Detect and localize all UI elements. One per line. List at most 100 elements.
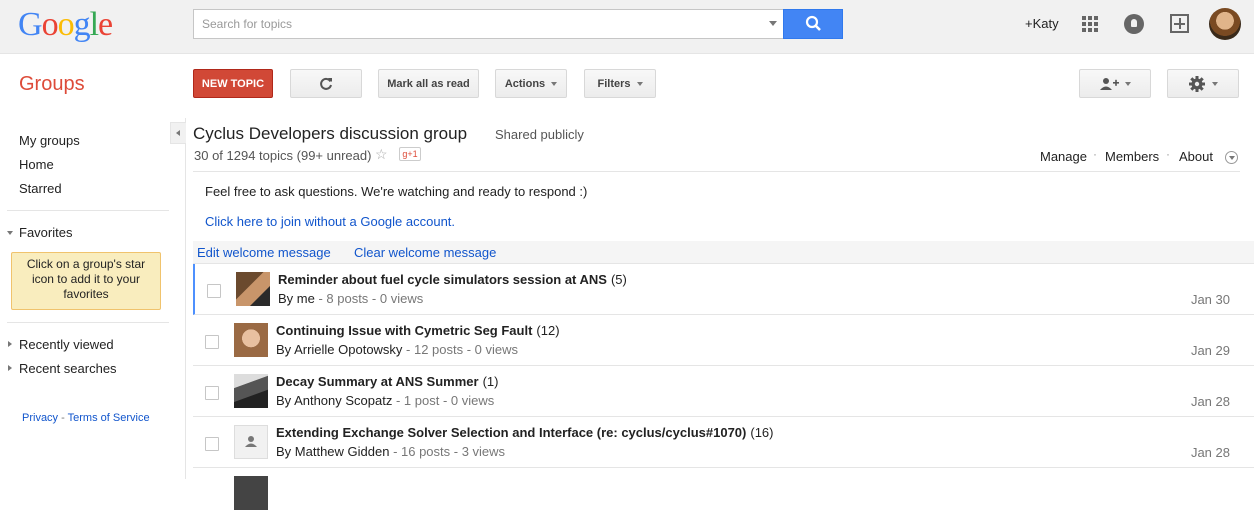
google-logo[interactable]: Google [18,6,113,44]
topic-post-count: (16) [750,425,774,440]
visibility-label: Shared publicly [495,127,584,142]
footer-links: Privacy - Terms of Service [22,412,150,424]
expand-right-icon[interactable] [8,341,12,347]
topic-meta: By me - 8 posts - 0 views [278,291,423,306]
actions-dropdown[interactable]: Actions [495,69,567,98]
edit-welcome-link[interactable]: Edit welcome message [197,245,331,260]
gplus-button[interactable]: g+1 [399,147,421,161]
author-avatar [234,374,268,408]
chevron-down-icon [551,81,558,86]
collapse-sidebar-icon[interactable] [170,122,186,144]
topic-date: Jan 28 [1190,394,1230,409]
topic-count: 30 of 1294 topics (99+ unread) [194,148,372,163]
privacy-link[interactable]: Privacy [22,412,58,424]
members-link[interactable]: Members [1105,149,1159,164]
logo-letter: o [57,6,75,43]
topic-checkbox[interactable] [205,386,219,400]
gear-icon [1189,75,1205,92]
new-topic-button[interactable]: NEW TOPIC [193,69,273,98]
topic-meta: By Matthew Gidden - 16 posts - 3 views [276,444,505,459]
terms-link[interactable]: Terms of Service [68,412,150,424]
apps-grid-icon[interactable] [1082,16,1098,32]
topic-title[interactable]: Extending Exchange Solver Selection and … [276,425,773,440]
expand-right-icon[interactable] [8,365,12,371]
topic-meta: By Anthony Scopatz - 1 post - 0 views [276,393,494,408]
topic-stats: - 12 posts - 0 views [402,342,519,357]
sidebar-divider [7,210,169,211]
star-icon[interactable]: ☆ [375,146,388,163]
topic-author: By me [278,291,315,306]
logo-letter: G [18,6,43,43]
settings-button[interactable] [1167,69,1239,98]
sidebar-item-my-groups[interactable]: My groups [19,133,80,148]
topic-date: Jan 30 [1190,292,1230,307]
topic-row[interactable]: Reminder about fuel cycle simulators ses… [193,264,1254,315]
topic-author: By Arrielle Opotowsky [276,342,403,357]
refresh-button[interactable] [290,69,362,98]
group-info-toggle-icon[interactable] [1225,151,1238,164]
clear-welcome-link[interactable]: Clear welcome message [354,245,496,260]
manage-link[interactable]: Manage [1040,149,1087,164]
topic-row[interactable]: Continuing Issue with Cymetric Seg Fault… [193,315,1254,366]
topic-title-text: Reminder about fuel cycle simulators ses… [278,272,607,287]
sidebar-item-favorites[interactable]: Favorites [19,225,72,240]
actions-label: Actions [504,77,546,90]
logo-letter: l [89,6,100,43]
topic-meta: By Arrielle Opotowsky - 12 posts - 0 vie… [276,342,518,357]
logo-letter: o [41,6,59,43]
topic-title[interactable]: Continuing Issue with Cymetric Seg Fault… [276,323,560,338]
divider [193,171,1240,172]
author-avatar [234,476,268,510]
mark-all-read-button[interactable]: Mark all as read [378,69,479,98]
favorites-hint: Click on a group's star icon to add it t… [11,252,161,310]
chevron-down-icon [1212,81,1218,86]
search-input[interactable] [194,10,754,38]
sidebar-item-home[interactable]: Home [19,157,54,172]
author-avatar [236,272,270,306]
topic-date: Jan 29 [1190,343,1230,358]
app-title[interactable]: Groups [19,73,85,96]
member-options-button[interactable] [1079,69,1151,98]
topic-row-partial[interactable] [193,468,1254,519]
filters-dropdown[interactable]: Filters [584,69,656,98]
join-link[interactable]: Click here to join without a Google acco… [205,214,455,229]
topic-date: Jan 28 [1190,445,1230,460]
welcome-actions-bar: Edit welcome message Clear welcome messa… [193,241,1254,263]
topic-author: By Anthony Scopatz [276,393,393,408]
sidebar-item-starred[interactable]: Starred [19,181,62,196]
topic-checkbox[interactable] [205,335,219,349]
topic-stats: - 1 post - 0 views [392,393,495,408]
avatar[interactable] [1209,8,1241,40]
filters-label: Filters [597,77,631,90]
expand-down-icon[interactable] [7,231,13,235]
topic-title-text: Extending Exchange Solver Selection and … [276,425,747,440]
topic-row[interactable]: Extending Exchange Solver Selection and … [193,417,1254,468]
sidebar-divider [7,322,169,323]
topic-post-count: (1) [482,374,499,389]
sidebar-item-recently-viewed[interactable]: Recently viewed [19,337,114,352]
topic-checkbox[interactable] [205,437,219,451]
search-icon [805,15,821,31]
link-separator: · [1093,147,1097,161]
welcome-message: Feel free to ask questions. We're watchi… [205,184,588,199]
topic-title[interactable]: Decay Summary at ANS Summer (1) [276,374,498,389]
about-link[interactable]: About [1179,149,1213,164]
search-button[interactable] [783,9,843,39]
notifications-bell-icon[interactable] [1124,14,1144,34]
logo-letter: g [73,6,91,43]
topic-stats: - 16 posts - 3 views [389,444,506,459]
share-plus-icon[interactable] [1170,14,1189,33]
chevron-down-icon [1125,81,1131,86]
footer-separator: - [61,412,65,424]
topic-checkbox[interactable] [207,284,221,298]
user-profile-link[interactable]: +Katy [1025,16,1059,31]
topic-title-text: Decay Summary at ANS Summer [276,374,479,389]
topic-author: By Matthew Gidden [276,444,390,459]
topic-title[interactable]: Reminder about fuel cycle simulators ses… [278,272,627,287]
topic-row[interactable]: Decay Summary at ANS Summer (1) By Anthon… [193,366,1254,417]
sidebar-item-recent-searches[interactable]: Recent searches [19,361,117,376]
refresh-icon [320,77,332,90]
topic-post-count: (12) [536,323,560,338]
search-options-caret-icon[interactable] [769,21,777,26]
add-member-icon [1100,77,1119,90]
